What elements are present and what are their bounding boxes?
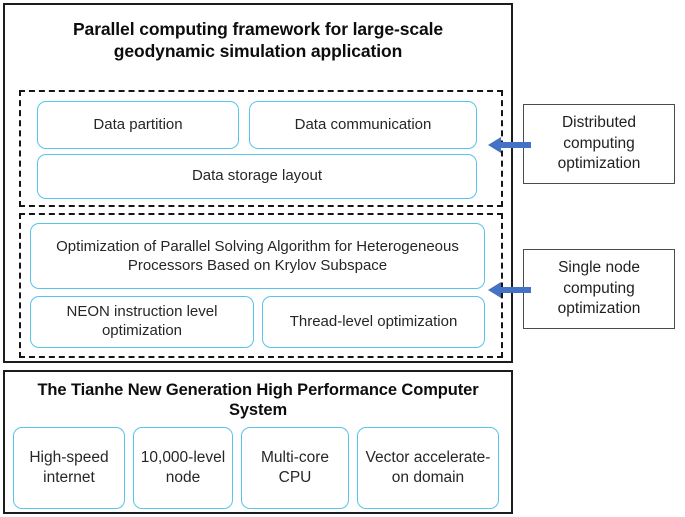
tianhe-computer-system-panel: The Tianhe New Generation High Performan… xyxy=(3,370,513,514)
annotation-distributed-computing-optimization: Distributed computing optimization xyxy=(523,104,675,184)
box-high-speed-internet[interactable]: High-speed internet xyxy=(13,427,125,509)
box-data-communication[interactable]: Data communication xyxy=(249,101,477,149)
group-single-node-computing-optimization: Optimization of Parallel Solving Algorit… xyxy=(19,213,503,358)
box-data-partition[interactable]: Data partition xyxy=(37,101,239,149)
box-data-storage-layout[interactable]: Data storage layout xyxy=(37,154,477,199)
page-title: Parallel computing framework for large-s… xyxy=(72,19,444,61)
box-ten-thousand-level-node[interactable]: 10,000-level node xyxy=(133,427,233,509)
box-neon-instruction-level-optimization[interactable]: NEON instruction level optimization xyxy=(30,296,254,348)
parallel-computing-framework-panel: Parallel computing framework for large-s… xyxy=(3,3,513,363)
box-krylov-subspace-optimization[interactable]: Optimization of Parallel Solving Algorit… xyxy=(30,223,485,289)
group-distributed-computing-optimization: Data partition Data communication Data s… xyxy=(19,90,503,207)
annotation-single-node-computing-optimization: Single node computing optimization xyxy=(523,249,675,329)
box-thread-level-optimization[interactable]: Thread-level optimization xyxy=(262,296,485,348)
bottom-panel-title: The Tianhe New Generation High Performan… xyxy=(37,381,479,420)
box-vector-accelerate-on-domain[interactable]: Vector accelerate-on domain xyxy=(357,427,499,509)
box-multi-core-cpu[interactable]: Multi-core CPU xyxy=(241,427,349,509)
